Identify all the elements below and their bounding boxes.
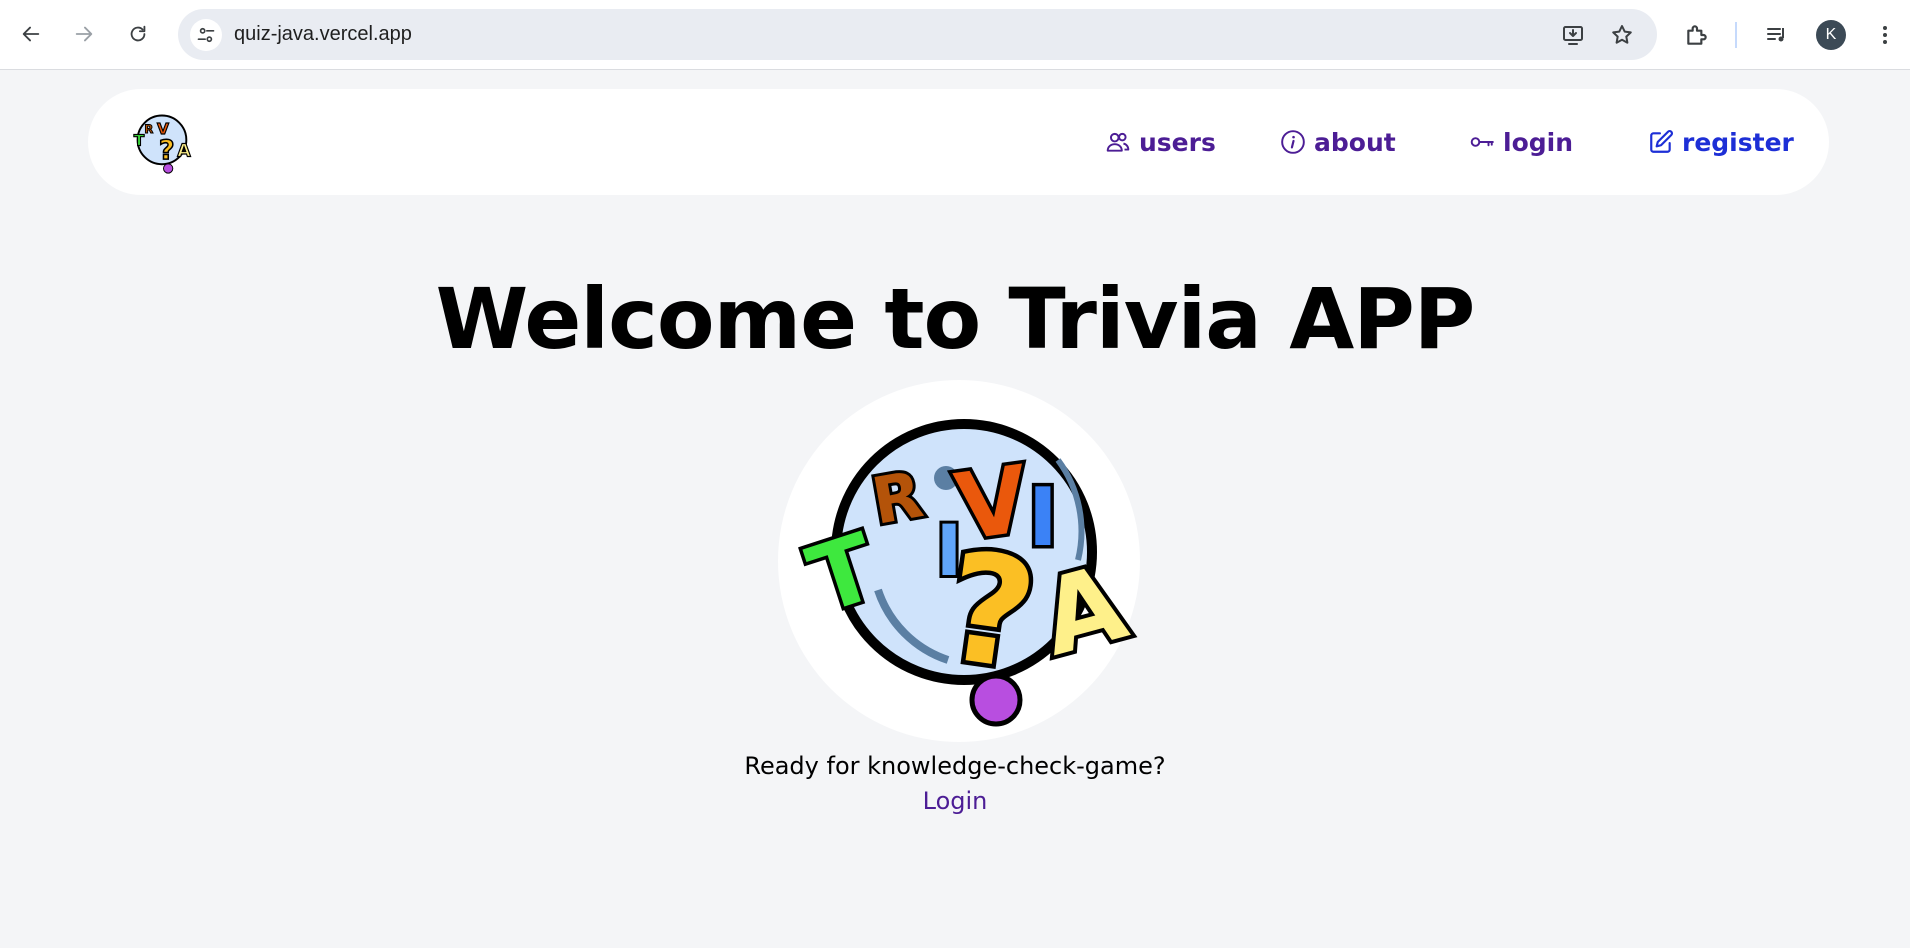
login-link[interactable]: Login (923, 787, 988, 815)
puzzle-icon (1687, 25, 1707, 45)
edit-icon (1650, 130, 1673, 153)
users-icon (1106, 132, 1130, 152)
svg-text:R: R (144, 122, 153, 136)
tune-icon (197, 27, 215, 43)
login-link-container: Login (0, 787, 1910, 815)
profile-avatar[interactable]: K (1816, 20, 1846, 50)
extensions-button[interactable] (1682, 20, 1712, 50)
kebab-menu-icon (1883, 26, 1887, 44)
nav-register-label: register (1682, 127, 1794, 157)
install-app-button[interactable] (1560, 22, 1586, 48)
site-info-button[interactable] (190, 19, 222, 51)
browser-menu-button[interactable] (1870, 20, 1900, 50)
site-navbar: T R V ? A users about login register (88, 89, 1829, 195)
key-icon (1470, 137, 1494, 147)
back-button[interactable] (12, 15, 50, 53)
svg-text:T: T (134, 132, 145, 150)
bookmark-button[interactable] (1609, 22, 1635, 48)
reload-icon (130, 25, 146, 42)
tagline-text: Ready for knowledge-check-game? (744, 752, 1166, 780)
media-control-button[interactable] (1762, 20, 1792, 50)
hero-logo: T R I V I ? A (778, 380, 1142, 742)
brand-logo[interactable]: T R V ? A (126, 107, 196, 177)
browser-toolbar: quiz-java.vercel.app K (0, 0, 1910, 70)
page-title: Welcome to Trivia APP (435, 270, 1476, 368)
nav-login-label: login (1503, 127, 1574, 157)
info-icon (1281, 130, 1305, 154)
trivia-logo-icon: T R I V I ? A (778, 380, 1142, 742)
url-text[interactable]: quiz-java.vercel.app (234, 23, 412, 46)
svg-text:?: ? (159, 135, 175, 166)
back-arrow-icon (22, 26, 40, 42)
install-app-icon (1563, 26, 1583, 45)
nav-about-link[interactable]: about (1280, 124, 1396, 160)
toolbar-divider (1735, 22, 1737, 48)
media-control-icon (1767, 28, 1784, 42)
nav-about-label: about (1314, 127, 1396, 157)
trivia-logo-icon: T R V ? A (126, 107, 196, 177)
nav-users-link[interactable]: users (1105, 124, 1216, 160)
nav-register-link[interactable]: register (1648, 124, 1794, 160)
nav-users-label: users (1139, 127, 1216, 157)
nav-login-link[interactable]: login (1469, 124, 1573, 160)
forward-arrow-icon (75, 26, 93, 42)
star-icon (1612, 25, 1632, 44)
address-bar[interactable]: quiz-java.vercel.app (178, 9, 1657, 60)
reload-button[interactable] (119, 15, 157, 53)
forward-button[interactable] (65, 15, 103, 53)
svg-text:A: A (177, 141, 191, 161)
